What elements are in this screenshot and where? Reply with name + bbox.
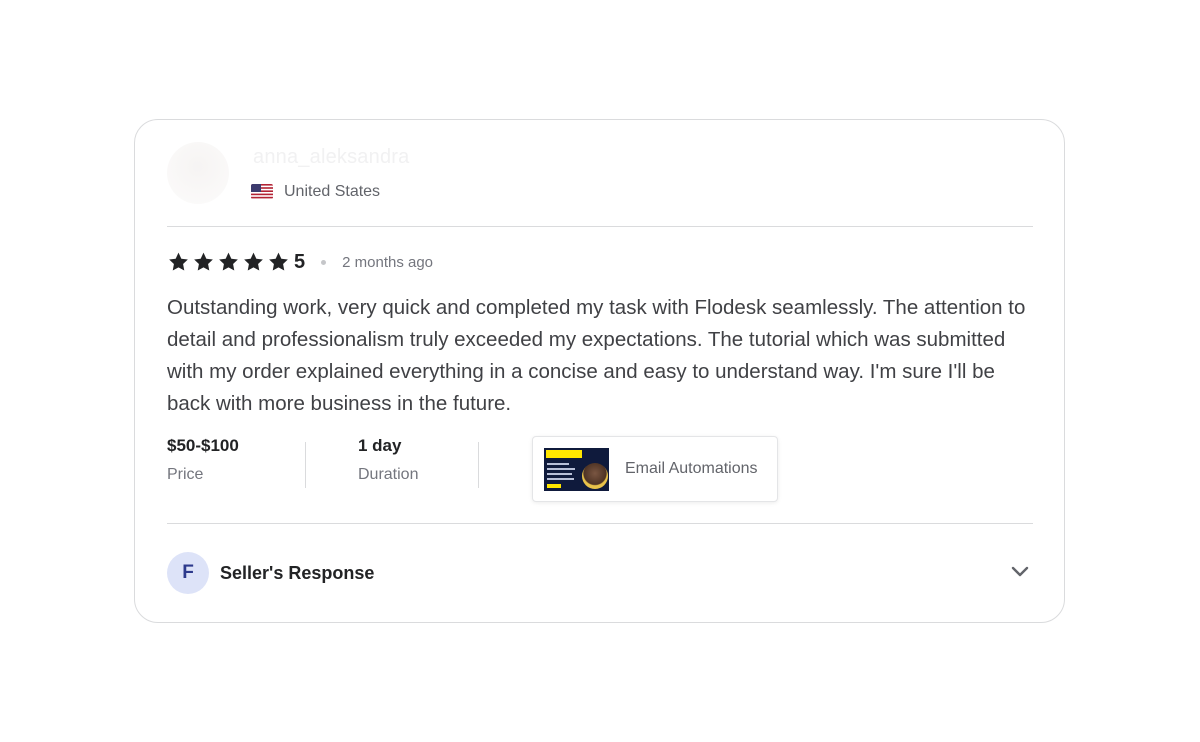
- gig-thumbnail-heading: [546, 450, 582, 458]
- seller-photo: [582, 463, 608, 489]
- gig-link-card[interactable]: Email Automations: [532, 436, 778, 502]
- reviewer-header: anna_aleksandra United States: [167, 138, 567, 208]
- price-label: Price: [167, 466, 204, 483]
- duration-label: Duration: [358, 466, 419, 483]
- reviewer-username[interactable]: anna_aleksandra: [253, 146, 409, 169]
- review-card: anna_aleksandra United States 5 2 months…: [134, 119, 1065, 623]
- us-flag-icon: [251, 184, 273, 199]
- rating-value: 5: [294, 250, 306, 273]
- gig-title[interactable]: Email Automations: [625, 460, 758, 478]
- header-divider: [167, 226, 1033, 227]
- reviewer-avatar[interactable]: [167, 142, 229, 204]
- review-text: Outstanding work, very quick and complet…: [167, 296, 1026, 415]
- star-icon: [217, 251, 240, 273]
- detail-divider: [305, 442, 306, 488]
- response-divider: [167, 523, 1033, 524]
- star-icon: [242, 251, 265, 273]
- duration-detail: 1 day Duration: [358, 436, 418, 484]
- seller-response-toggle[interactable]: F Seller's Response: [167, 552, 1037, 596]
- price-value: $50-$100: [167, 436, 239, 455]
- reviewer-country: United States: [284, 183, 381, 200]
- chevron-down-icon[interactable]: [1009, 560, 1031, 582]
- gig-thumbnail: [544, 448, 609, 491]
- duration-value: 1 day: [358, 436, 402, 455]
- star-rating: [167, 251, 290, 273]
- rating-row: 5 2 months ago: [167, 249, 667, 275]
- star-icon: [192, 251, 215, 273]
- detail-divider: [478, 442, 479, 488]
- star-icon: [267, 251, 290, 273]
- price-detail: $50-$100 Price: [167, 436, 239, 484]
- review-time: 2 months ago: [342, 253, 434, 271]
- star-icon: [167, 251, 190, 273]
- separator-dot: [321, 259, 327, 265]
- seller-avatar: F: [167, 552, 209, 594]
- seller-response-label: Seller's Response: [220, 563, 375, 583]
